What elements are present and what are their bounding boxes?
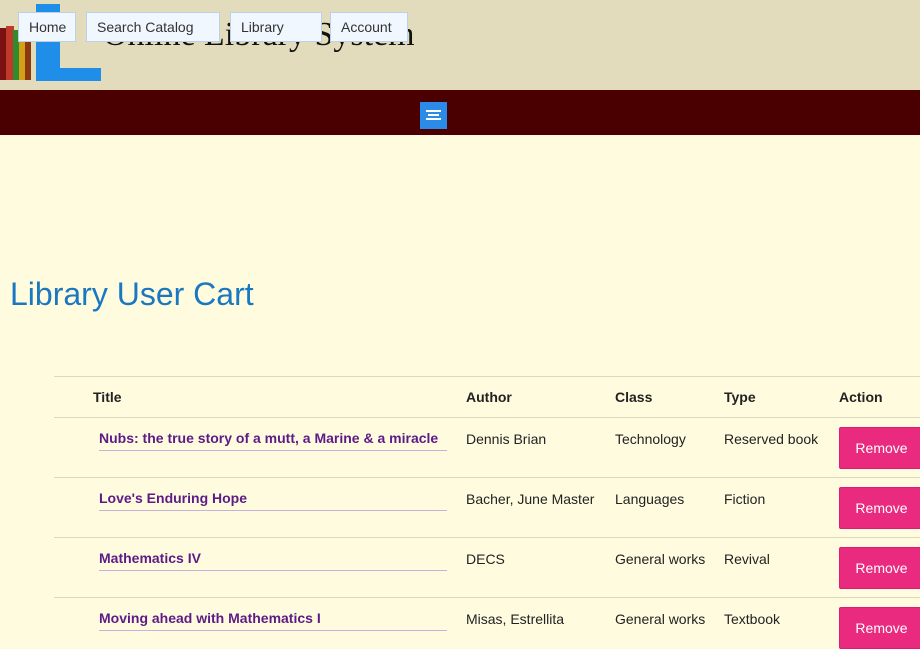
remove-button[interactable]: Remove [839, 547, 920, 589]
type-cell: Fiction [724, 491, 766, 507]
nav-account-button[interactable]: Account [330, 12, 408, 42]
menu-toggle-button[interactable] [420, 102, 447, 129]
book-title-link[interactable]: Love's Enduring Hope [99, 490, 447, 511]
nav-home-button[interactable]: Home [18, 12, 76, 42]
nav-library-button[interactable]: Library [230, 12, 322, 42]
type-cell: Reserved book [724, 431, 819, 447]
column-header-action: Action [839, 389, 883, 405]
nav-search-catalog-button[interactable]: Search Catalog [86, 12, 220, 42]
type-cell: Textbook [724, 611, 781, 627]
author-cell: Bacher, June Master [466, 491, 595, 507]
column-header-title: Title [93, 389, 122, 405]
cart-table: Title Author Class Type Action Nubs: the… [54, 376, 920, 649]
author-cell: Dennis Brian [466, 431, 547, 447]
book-title-link[interactable]: Moving ahead with Mathematics I [99, 610, 447, 631]
book-title-link[interactable]: Mathematics IV [99, 550, 447, 571]
column-header-class: Class [615, 389, 653, 405]
table-row: Mathematics IV DECS General works Reviva… [54, 537, 920, 598]
class-cell: General works [615, 611, 706, 627]
main-navbar [0, 90, 920, 135]
author-cell: DECS [466, 551, 505, 567]
page-title: Library User Cart [10, 276, 254, 312]
menu-icon [426, 110, 441, 112]
type-cell: Revival [724, 551, 770, 567]
table-row: Nubs: the true story of a mutt, a Marine… [54, 417, 920, 478]
remove-button[interactable]: Remove [839, 487, 920, 529]
class-cell: Languages [615, 491, 685, 507]
class-cell: Technology [615, 431, 686, 447]
column-header-type: Type [724, 389, 756, 405]
remove-button[interactable]: Remove [839, 607, 920, 649]
column-header-author: Author [466, 389, 512, 405]
remove-button[interactable]: Remove [839, 427, 920, 469]
class-cell: General works [615, 551, 706, 567]
table-row: Moving ahead with Mathematics I Misas, E… [54, 597, 920, 649]
table-row: Love's Enduring Hope Bacher, June Master… [54, 477, 920, 538]
author-cell: Misas, Estrellita [466, 611, 565, 627]
book-title-link[interactable]: Nubs: the true story of a mutt, a Marine… [99, 430, 447, 451]
